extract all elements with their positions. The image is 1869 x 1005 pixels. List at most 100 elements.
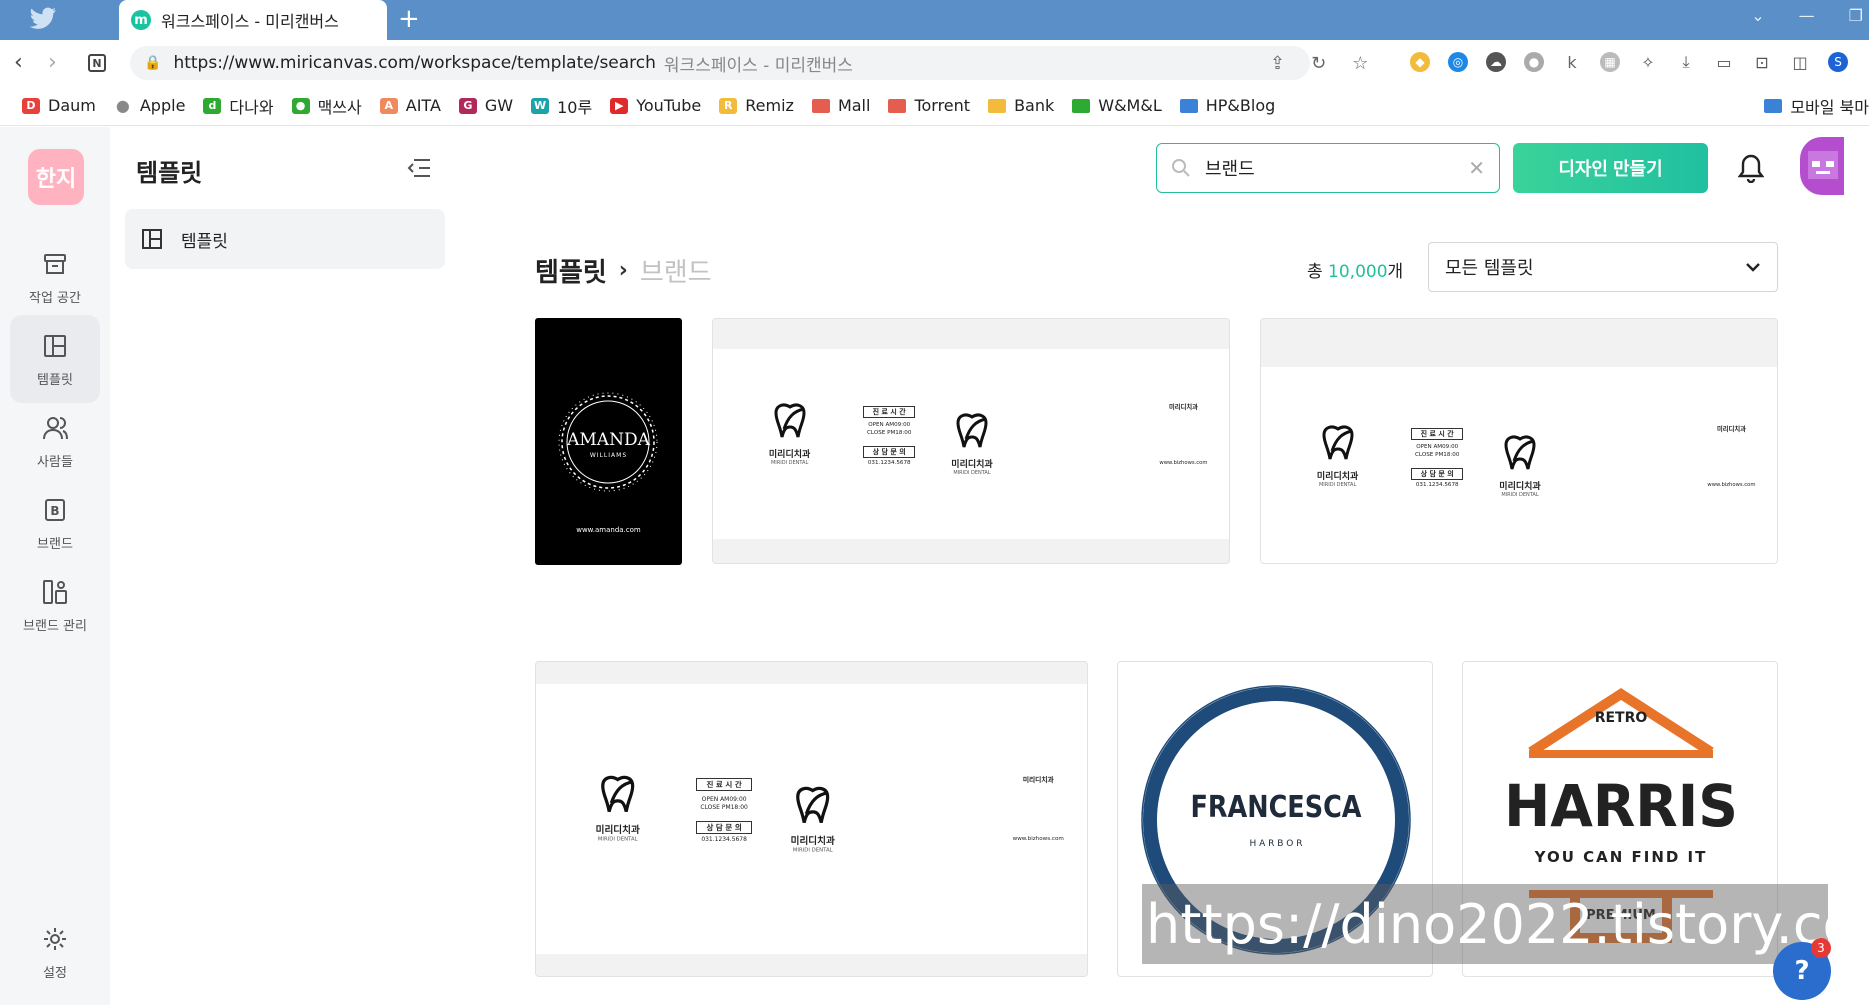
bookmark-label: YouTube [636,96,702,115]
dental-logo-group: 미리디치과 MIRIDI DENTAL [770,782,855,854]
help-badge: 3 [1811,938,1831,958]
panel-item-label: 템플릿 [181,231,228,252]
reader-icon[interactable]: N [88,54,106,72]
user-avatar[interactable] [1800,137,1844,195]
dental-logo-group: 미리디치과 MIRIDI DENTAL [750,399,830,466]
search-input[interactable]: 브랜드 ✕ [1156,143,1500,193]
download-icon[interactable]: ⤓ [1676,52,1696,72]
chevron-down-icon[interactable]: ⌄ [1751,6,1764,25]
sync-ext-icon[interactable]: ◎ [1448,52,1468,72]
francesca-name: FRANCESCA [1190,790,1362,825]
bookmark-item[interactable]: ● Apple [114,96,186,115]
bookmark-item[interactable]: A AITA [379,96,441,115]
youtube-icon: ▶ [610,97,629,114]
rail-item-brand-manage[interactable]: 브랜드 관리 [10,561,100,649]
bookmark-favicon-icon: d [203,97,222,114]
dental-name-ko: 미리디치과 [951,460,993,470]
sidebar-toggle-icon[interactable]: ◫ [1790,52,1810,72]
favorite-icon[interactable]: ☆ [1352,53,1368,74]
brand-manage-icon [43,579,67,604]
tooth-logo-icon [1504,435,1536,470]
bookmark-item[interactable]: W 10루 [531,94,592,118]
bookmark-label: 맥쓰사 [317,97,362,117]
bookmark-item[interactable]: ▶ YouTube [610,96,701,115]
browser-toolbar: ‹ › N 🔒 https://www.miricanvas.com/works… [0,40,1869,86]
gear-icon [44,927,66,950]
puzzle-icon[interactable]: ✧ [1638,52,1658,72]
minimize-icon[interactable]: — [1799,6,1815,25]
bookmark-label: HP&Blog [1205,96,1276,115]
layout-icon [44,334,66,357]
rail-item-template[interactable]: 템플릿 [10,315,100,403]
dental-logo-group: 미리디치과 MIRIDI DENTAL [932,409,1012,476]
bookmark-item[interactable]: d 다나와 [203,94,274,118]
create-design-button[interactable]: 디자인 만들기 [1513,143,1708,193]
dental-name-ko: 미리디치과 [1499,482,1541,492]
harris-top: RETRO [1594,710,1648,726]
folder-icon [811,98,830,113]
forward-icon[interactable]: › [48,50,57,75]
rail-item-workspace[interactable]: 작업 공간 [10,233,100,321]
bookmarks-mobile-label: 모바일 북마 [1790,98,1869,117]
collapse-panel-icon[interactable] [406,157,432,179]
grid-ext-icon[interactable]: ▦ [1600,52,1620,72]
rail-item-people[interactable]: 사람들 [10,397,100,485]
bookmark-label: 10루 [557,97,593,117]
address-bar[interactable]: 🔒 https://www.miricanvas.com/workspace/t… [130,46,1310,80]
template-card-dental-3[interactable]: 미리디치과 MIRIDI DENTAL 미리디치과 MIRIDI DENTAL … [535,661,1088,977]
refresh-icon[interactable]: ↻ [1311,53,1326,74]
workspace-logo[interactable]: 한지 [28,149,84,205]
twitter-icon[interactable] [28,6,58,32]
dental-hours-open: OPEN AM09:00 [701,795,747,803]
address-bar-icons: ⇪ ↻ ☆ [1270,53,1368,74]
bookmark-item[interactable]: ● 맥쓰사 [291,94,362,118]
dental-name-en: MIRIDI DENTAL [1501,492,1539,498]
dental-name-ko: 미리디치과 [768,450,811,460]
dental-hours-close: CLOSE PM18:00 [1415,452,1460,458]
bookmarks-mobile[interactable]: 모바일 북마 [1764,86,1869,126]
restore-icon[interactable]: ❐ [1849,6,1863,25]
bookmark-item[interactable]: G GW [458,96,513,115]
profile-icon[interactable]: S [1828,52,1848,72]
bookmark-item[interactable]: Mall [811,96,870,115]
dental-name-en: MIRIDI DENTAL [792,846,833,854]
dental-phone: 031.1234.5678 [1415,482,1459,488]
archive-icon [44,253,66,274]
screen-icon[interactable]: ▭ [1714,52,1734,72]
k-ext-icon[interactable]: k [1562,52,1582,72]
dental-contact-label: 상 담 문 의 [696,821,752,835]
bookmark-item[interactable]: Bank [988,96,1054,115]
dental-logo-group: 미리디치과 MIRIDI DENTAL [1298,421,1378,488]
bookmark-item[interactable]: R Remiz [719,96,794,115]
apple-icon: ● [115,96,130,115]
bell-icon[interactable] [1738,153,1764,183]
active-tab[interactable]: m 워크스페이스 - 미리캔버스 [119,0,387,40]
breadcrumb-root[interactable]: 템플릿 [535,252,607,289]
circle-ext-icon[interactable]: ● [1524,52,1544,72]
dental-website: www.bizhows.com [1012,836,1064,843]
bookmark-item[interactable]: W&M&L [1072,96,1162,115]
capture-icon[interactable]: ⊡ [1752,52,1772,72]
bookmark-item[interactable]: D Daum [22,96,96,115]
shield-ext-icon[interactable]: ◆ [1410,52,1430,72]
new-tab-icon[interactable]: + [398,4,420,34]
template-filter-select[interactable]: 모든 템플릿 [1428,242,1778,292]
dental-hours-open: OPEN AM09:00 [868,422,911,428]
clear-icon[interactable]: ✕ [1468,156,1485,180]
bookmark-item[interactable]: Torrent [888,96,970,115]
bookmark-item[interactable]: HP&Blog [1179,96,1276,115]
rail-item-brand[interactable]: B 브랜드 [10,479,100,567]
bookmark-label: Daum [48,96,96,115]
svg-text:B: B [50,504,59,518]
template-card-amanda[interactable]: AMANDA WILLIAMS www.amanda.com [535,318,682,565]
template-card-dental-1[interactable]: 미리디치과 MIRIDI DENTAL 미리디치과 MIRIDI DENTAL … [712,318,1230,564]
dental-block: 미리디치과 MIRIDI DENTAL 미리디치과 MIRIDI DENTAL … [1261,367,1777,563]
share-icon[interactable]: ⇪ [1270,53,1285,74]
template-card-dental-2[interactable]: 미리디치과 MIRIDI DENTAL 미리디치과 MIRIDI DENTAL … [1260,318,1778,564]
rail-item-settings[interactable]: 설정 [10,917,100,987]
panel-item-template[interactable]: 템플릿 [125,209,445,269]
dental-name-en: MIRIDI DENTAL [953,470,991,476]
dental-website: www.bizhows.com [1707,482,1756,488]
cloud-ext-icon[interactable]: ☁ [1486,52,1506,72]
back-icon[interactable]: ‹ [14,50,23,75]
